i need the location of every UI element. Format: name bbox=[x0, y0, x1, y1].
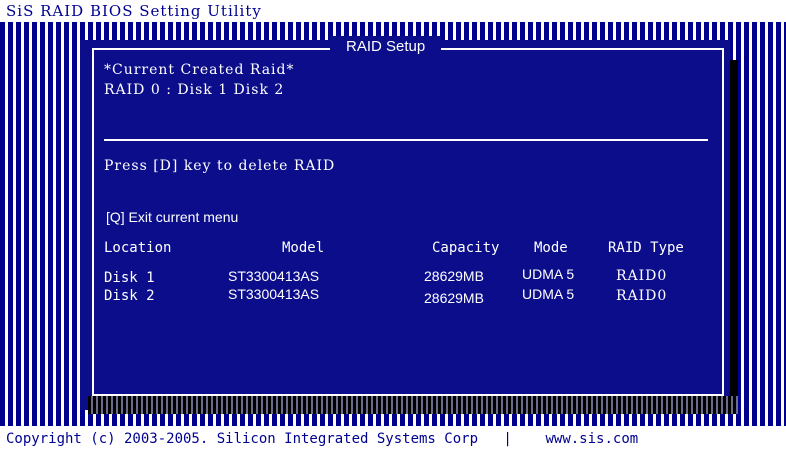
cell-model: ST3300413AS bbox=[228, 286, 320, 302]
col-header-raid-type: RAID Type bbox=[608, 240, 684, 256]
cell-capacity: 28629MB bbox=[424, 268, 484, 284]
panel-title: RAID Setup bbox=[330, 36, 442, 58]
cell-raid-type: RAID0 bbox=[616, 288, 668, 304]
cell-location: Disk 2 bbox=[104, 288, 155, 304]
cell-mode: UDMA 5 bbox=[522, 286, 575, 302]
footer-bar: Copyright (c) 2003-2005. Silicon Integra… bbox=[6, 428, 638, 450]
col-header-capacity: Capacity bbox=[432, 240, 500, 256]
panel-shadow-bottom bbox=[88, 396, 738, 414]
current-raid-value: RAID 0 : Disk 1 Disk 2 bbox=[104, 82, 285, 98]
exit-menu-hint[interactable]: [Q] Exit current menu bbox=[106, 209, 238, 225]
sis-url: www.sis.com bbox=[545, 431, 639, 447]
cell-capacity: 28629MB bbox=[424, 290, 484, 306]
cell-mode: UDMA 5 bbox=[522, 266, 575, 282]
current-raid-label: *Current Created Raid* bbox=[104, 62, 295, 78]
col-header-model: Model bbox=[282, 240, 325, 256]
delete-raid-hint[interactable]: Press [D] key to delete RAID bbox=[104, 158, 335, 174]
cell-model: ST3300413AS bbox=[228, 268, 320, 284]
col-header-location: Location bbox=[104, 240, 172, 256]
app-title: SiS RAID BIOS Setting Utility bbox=[6, 2, 262, 20]
cell-location: Disk 1 bbox=[104, 270, 155, 286]
section-divider bbox=[104, 139, 708, 141]
col-header-mode: Mode bbox=[534, 240, 568, 256]
footer-separator: | bbox=[503, 431, 512, 447]
copyright-text: Copyright (c) 2003-2005. Silicon Integra… bbox=[6, 431, 479, 447]
cell-raid-type: RAID0 bbox=[616, 268, 668, 284]
